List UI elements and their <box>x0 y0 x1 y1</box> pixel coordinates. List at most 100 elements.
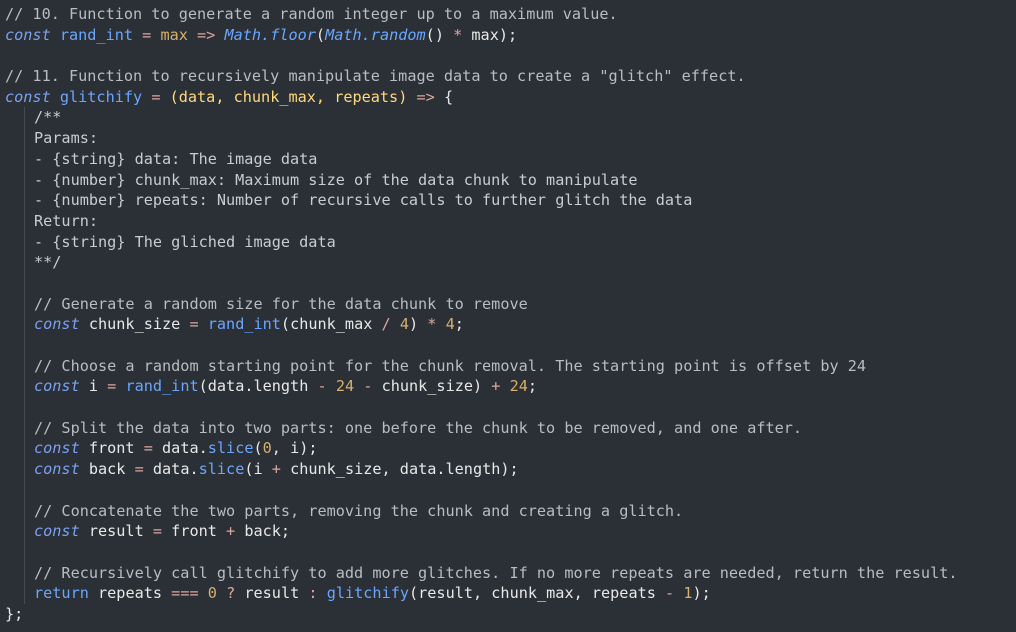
code-line[interactable] <box>0 335 1016 356</box>
code-token: Math.random <box>325 25 426 44</box>
indent-guide <box>5 107 34 129</box>
code-token: chunk_size, data.length); <box>280 460 519 479</box>
code-line[interactable]: // Split the data into two parts: one be… <box>0 417 1016 439</box>
code-token: const <box>34 460 80 479</box>
indent-guide <box>5 335 34 356</box>
code-token: **/ <box>34 253 62 272</box>
indent-guide <box>5 231 34 253</box>
code-token: = <box>143 439 153 458</box>
code-line[interactable]: // Recursively call glitchify to add mor… <box>0 562 1016 584</box>
code-line[interactable]: // Concatenate the two parts, removing t… <box>0 500 1016 522</box>
indent-guide <box>5 459 34 480</box>
code-line[interactable]: - {number} chunk_max: Maximum size of th… <box>0 169 1016 191</box>
code-token: rand_int <box>50 25 143 44</box>
code-line[interactable]: - {number} repeats: Number of recursive … <box>0 190 1016 211</box>
code-token: (result, chunk_max, repeats <box>409 584 666 603</box>
code-token: }; <box>5 604 24 623</box>
code-line[interactable] <box>0 272 1016 294</box>
code-token: max <box>151 25 198 44</box>
code-token: (data.length <box>198 377 318 396</box>
indent-guide <box>5 397 34 418</box>
code-token: + <box>271 460 281 479</box>
code-line[interactable]: const result = front + back; <box>0 521 1016 542</box>
indent-guide <box>5 314 34 335</box>
code-token: = <box>134 460 144 479</box>
code-editor[interactable]: // 10. Function to generate a random int… <box>0 0 1016 632</box>
code-token: = <box>107 377 117 396</box>
code-line[interactable]: Return: <box>0 210 1016 232</box>
code-token: // Recursively call glitchify to add mor… <box>34 563 958 582</box>
indent-guide <box>5 562 34 584</box>
code-token: chunk_size <box>79 315 190 334</box>
code-line[interactable]: /** <box>0 107 1016 129</box>
indent-guide <box>5 252 34 273</box>
code-token: rand_int <box>207 315 281 334</box>
code-token: - {string} The gliched image data <box>34 232 336 251</box>
code-token: slice <box>198 460 245 479</box>
code-line[interactable]: const glitchify = (data, chunk_max, repe… <box>0 87 1016 108</box>
code-token: chunk_size) <box>372 377 492 396</box>
code-token: data. <box>143 460 199 479</box>
code-token: const <box>5 87 51 106</box>
code-token: - {number} repeats: Number of recursive … <box>34 191 693 210</box>
code-token: rand_int <box>125 377 199 396</box>
code-token: front <box>162 522 227 541</box>
code-token: const <box>34 315 80 334</box>
indent-guide <box>5 169 34 191</box>
code-token: repeats <box>88 584 172 603</box>
indent-guide <box>5 583 34 604</box>
code-line[interactable]: return repeats === 0 ? result : glitchif… <box>0 583 1016 604</box>
code-token: ( <box>315 25 326 44</box>
code-token: 24 <box>335 377 355 396</box>
code-token: - {number} chunk_max: Maximum size of th… <box>34 170 638 189</box>
code-line[interactable]: const front = data.slice(0, i); <box>0 438 1016 460</box>
indent-guide <box>5 148 34 170</box>
code-line[interactable]: // 11. Function to recursively manipulat… <box>0 66 1016 87</box>
code-line[interactable]: const chunk_size = rand_int(chunk_max / … <box>0 314 1016 335</box>
code-token: 4 <box>399 315 409 334</box>
code-line[interactable] <box>0 541 1016 563</box>
code-line[interactable]: **/ <box>0 252 1016 273</box>
code-token: - <box>317 377 327 396</box>
code-token: Return: <box>34 211 99 230</box>
code-line[interactable]: const back = data.slice(i + chunk_size, … <box>0 459 1016 480</box>
code-token: back; <box>235 522 291 541</box>
code-token: slice <box>207 439 254 458</box>
code-line[interactable]: - {string} data: The image data <box>0 148 1016 170</box>
code-token: result <box>79 522 153 541</box>
code-line[interactable] <box>0 45 1016 66</box>
indent-guide <box>5 293 34 315</box>
code-line[interactable]: const i = rand_int(data.length - 24 - ch… <box>0 376 1016 398</box>
code-token: const <box>34 522 80 541</box>
indent-guide <box>5 355 34 377</box>
code-line[interactable] <box>0 479 1016 501</box>
code-token: === <box>171 584 199 603</box>
code-token: (i <box>244 460 272 479</box>
code-line[interactable]: // 10. Function to generate a random int… <box>0 4 1016 25</box>
code-token: const <box>34 377 80 396</box>
code-line[interactable]: // Generate a random size for the data c… <box>0 293 1016 315</box>
code-token: * <box>453 25 463 44</box>
indent-guide <box>5 500 34 522</box>
code-line[interactable]: Params: <box>0 128 1016 149</box>
indent-guide <box>5 479 34 501</box>
code-token: (chunk_max <box>280 315 382 334</box>
code-token: ); <box>692 584 711 603</box>
code-line[interactable]: // Choose a random starting point for th… <box>0 355 1016 377</box>
code-line[interactable]: - {string} The gliched image data <box>0 231 1016 253</box>
code-token: glitchify <box>50 87 152 106</box>
code-line[interactable]: const rand_int = max => Math.floor(Math.… <box>0 25 1016 46</box>
code-token: = <box>189 315 199 334</box>
indent-guide <box>5 541 34 563</box>
code-line[interactable] <box>0 397 1016 418</box>
code-line[interactable]: }; <box>0 604 1016 625</box>
code-token: 24 <box>509 377 528 396</box>
code-token: ) <box>408 315 428 334</box>
code-token: (data, chunk_max, repeats) <box>160 87 417 106</box>
